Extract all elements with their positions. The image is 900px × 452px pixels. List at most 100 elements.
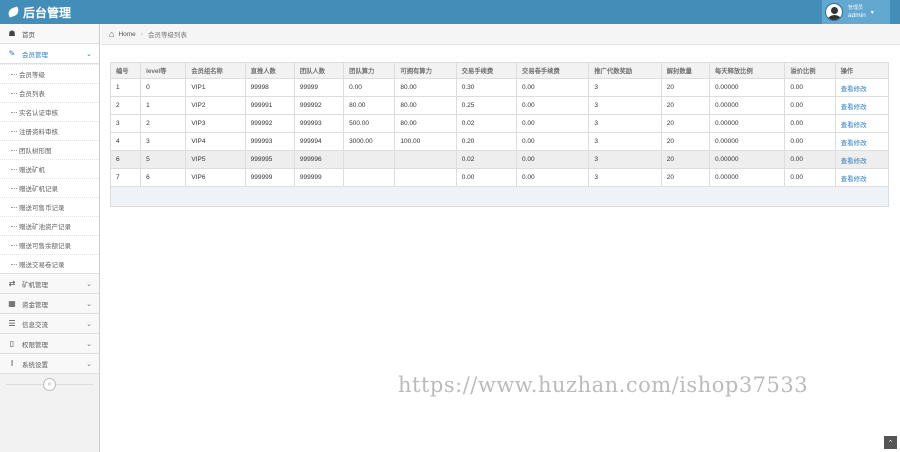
view-edit-link[interactable]: 查看修改	[841, 176, 867, 183]
table-cell: 7	[109, 168, 142, 187]
submenu-item-member-level[interactable]: 会员等级	[0, 64, 99, 83]
sidebar-item-label: 首页	[22, 31, 35, 39]
table-cell: 20	[660, 114, 710, 133]
breadcrumb-home-link[interactable]: Home	[118, 31, 135, 38]
table-cell: VIP3	[185, 114, 246, 133]
table-cell: 0.25	[455, 96, 518, 115]
sidebar-item-member[interactable]: ✎ 会员管理 ⌄	[0, 44, 99, 64]
scroll-to-top-icon[interactable]: ⌃	[884, 436, 897, 449]
table-cell: VIP4	[185, 132, 246, 151]
table-cell: 3	[588, 78, 662, 97]
table-cell: 1	[140, 96, 187, 115]
view-edit-link[interactable]: 查看修改	[841, 104, 867, 111]
table-cell: 0.00	[516, 168, 590, 187]
sidebar-item-permissions[interactable]: ▯ 权限管理 ⌄	[0, 334, 99, 354]
submenu-item-realname-review[interactable]: 实名认证审核	[0, 102, 99, 121]
double-left-icon[interactable]: «	[43, 377, 56, 391]
sidebar-item-label: 权限管理	[22, 341, 48, 349]
table-footer	[110, 187, 889, 207]
table-cell: 999993	[293, 114, 345, 133]
table-cell: 0.00000	[708, 114, 786, 133]
table-cell	[394, 168, 457, 187]
table-row: 2 1 VIP2 999991 999992 80.00 80.00 0.25 0.00 3 20 0…	[109, 96, 890, 115]
sidebar: ☗ 首页 ✎ 会员管理 ⌄ 会员等级 会员列表 实名认证审核 注册资料审核 团队…	[0, 24, 100, 452]
column-header: 可拥有算力	[394, 62, 457, 79]
sidebar-item-miner[interactable]: ⇄ 矿机管理 ⌄	[0, 274, 99, 294]
submenu-item-gift-coin-log[interactable]: 赠送可售币记录	[0, 197, 99, 216]
table-cell: 999994	[293, 132, 345, 151]
table-cell: 0.00000	[708, 132, 786, 151]
column-header: 每天释放比例	[708, 62, 786, 79]
member-submenu: 会员等级 会员列表 实名认证审核 注册资料审核 团队树形图 赠送矿机 赠送矿机记…	[0, 64, 99, 274]
column-header: 交易手续费	[455, 62, 518, 79]
submenu-item-gift-miner[interactable]: 赠送矿机	[0, 159, 99, 178]
table-cell: VIP6	[185, 168, 246, 187]
table-cell: 0.02	[455, 114, 518, 133]
view-edit-link[interactable]: 查看修改	[841, 158, 867, 165]
table-cell: 0.00	[455, 168, 518, 187]
table-cell	[343, 168, 396, 187]
table-cell: 0.20	[455, 132, 518, 151]
table-cell: 0	[140, 78, 187, 97]
chevron-down-icon: ⌄	[86, 360, 92, 368]
table-cell: 6	[109, 150, 142, 169]
table-cell: 3	[588, 150, 662, 169]
table-cell-action: 查看修改	[834, 132, 890, 151]
column-header: 团队算力	[343, 62, 396, 79]
submenu-item-member-list[interactable]: 会员列表	[0, 83, 99, 102]
user-name: admin	[848, 12, 866, 19]
brand[interactable]: 后台管理	[6, 4, 72, 20]
view-edit-link[interactable]: 查看修改	[841, 86, 867, 93]
table-cell-action: 查看修改	[834, 114, 890, 133]
column-header: 直推人数	[244, 62, 295, 79]
table-cell: 20	[660, 132, 710, 151]
breadcrumb-separator: ›	[140, 30, 143, 38]
table-cell	[394, 150, 457, 169]
chevron-down-icon: ⌄	[86, 320, 92, 328]
sidebar-item-funds[interactable]: ▦ 资金管理 ⌄	[0, 294, 99, 314]
sidebar-item-home[interactable]: ☗ 首页	[0, 24, 99, 44]
table-cell: 0.00	[343, 78, 396, 97]
submenu-item-gift-balance-log[interactable]: 赠送可售余额记录	[0, 235, 99, 254]
table-cell: 80.00	[394, 114, 457, 133]
sidebar-item-messages[interactable]: ☰ 信息交流 ⌄	[0, 314, 99, 334]
sidebar-item-settings[interactable]: Ⅰ 系统设置 ⌄	[0, 354, 99, 374]
table-cell: 1	[109, 78, 142, 97]
table-cell: 3	[588, 168, 662, 187]
sidebar-item-label: 资金管理	[22, 301, 48, 309]
chevron-down-icon: ⌄	[86, 340, 92, 348]
submenu-item-gift-pool-log[interactable]: 赠送矿池资产记录	[0, 216, 99, 235]
table-cell: VIP2	[185, 96, 246, 115]
table-cell: 2	[140, 114, 187, 133]
exchange-icon: ⇄	[8, 279, 16, 288]
main-content: 编号 level等 会员组名称 直推人数 团队人数 团队算力 可拥有算力 交易手续费 交易卷手续…	[109, 62, 890, 207]
tachometer-icon: ☗	[8, 29, 16, 38]
table-cell: 0.00000	[708, 150, 786, 169]
table-cell: 20	[660, 150, 710, 169]
brand-title: 后台管理	[23, 5, 72, 20]
table-cell-action: 查看修改	[834, 96, 890, 115]
table-cell: 3	[588, 132, 662, 151]
table-cell: VIP5	[185, 150, 246, 169]
list-icon: ☰	[8, 319, 16, 328]
table-cell	[343, 150, 396, 169]
column-header: 会员组名称	[185, 62, 246, 79]
submenu-item-gift-voucher-log[interactable]: 赠送交易卷记录	[0, 254, 99, 273]
column-header: 溢价比例	[784, 62, 836, 79]
sidebar-item-label: 矿机管理	[22, 281, 48, 289]
view-edit-link[interactable]: 查看修改	[841, 122, 867, 129]
submenu-item-register-review[interactable]: 注册资料审核	[0, 121, 99, 140]
table-row: 4 3 VIP4 999993 999994 3000.00 100.00 0.20 0.00 3…	[109, 132, 890, 151]
table-cell: 3000.00	[343, 132, 396, 151]
user-menu[interactable]: 管理员 admin ▾	[822, 0, 890, 24]
table-cell: 999996	[293, 150, 345, 169]
table-cell: 80.00	[394, 96, 457, 115]
table-cell: 4	[109, 132, 142, 151]
column-header: 操作	[834, 62, 890, 79]
view-edit-link[interactable]: 查看修改	[841, 140, 867, 147]
submenu-item-gift-miner-log[interactable]: 赠送矿机记录	[0, 178, 99, 197]
table-cell: 0.00000	[708, 168, 786, 187]
submenu-item-team-tree[interactable]: 团队树形图	[0, 140, 99, 159]
table-cell: 0.00	[784, 78, 836, 97]
sidebar-collapse: «	[0, 374, 99, 394]
